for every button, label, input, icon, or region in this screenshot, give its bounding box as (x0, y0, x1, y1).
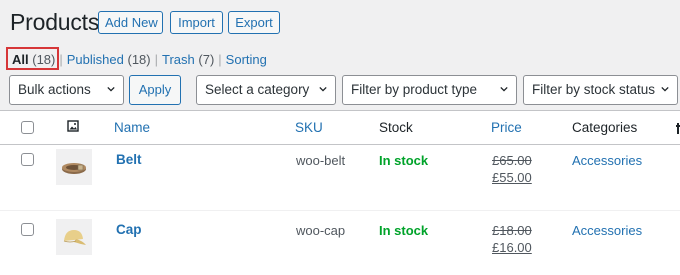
regular-price: £18.00 (492, 223, 532, 238)
category-select-label: Select a category (205, 82, 310, 97)
chevron-down-icon (319, 86, 327, 92)
column-sku[interactable]: SKU (295, 120, 323, 135)
row-checkbox[interactable] (21, 223, 34, 236)
select-all-checkbox[interactable] (21, 121, 34, 134)
chevron-down-icon (107, 86, 115, 92)
chevron-down-icon (500, 86, 508, 92)
column-price[interactable]: Price (491, 120, 522, 135)
column-tags-cutoff (676, 120, 680, 136)
category-link[interactable]: Accessories (572, 223, 642, 238)
import-button[interactable]: Import (170, 11, 223, 34)
export-button[interactable]: Export (228, 11, 280, 34)
view-trash-link[interactable]: Trash (7) (162, 52, 214, 67)
products-table: Name SKU Stock Price Categories Belt woo… (0, 110, 680, 275)
column-name[interactable]: Name (114, 120, 150, 135)
highlight-box (6, 47, 59, 70)
column-stock: Stock (379, 120, 413, 135)
regular-price: £65.00 (492, 153, 532, 168)
chevron-down-icon (661, 86, 669, 92)
view-sorting-link[interactable]: Sorting (226, 52, 267, 67)
row-divider (0, 210, 680, 211)
apply-button[interactable]: Apply (129, 75, 181, 105)
sale-price: £55.00 (492, 170, 532, 185)
bulk-actions-select[interactable]: Bulk actions (9, 75, 124, 105)
product-thumbnail[interactable] (56, 219, 92, 255)
page-title: Products (10, 9, 100, 35)
product-sku: woo-cap (296, 223, 346, 238)
header-divider (0, 144, 680, 145)
category-link[interactable]: Accessories (572, 153, 642, 168)
product-name-link[interactable]: Belt (116, 152, 142, 167)
bulk-actions-label: Bulk actions (18, 82, 91, 97)
add-new-button[interactable]: Add New (98, 11, 163, 34)
product-name-link[interactable]: Cap (116, 222, 142, 237)
stock-status: In stock (379, 153, 429, 168)
stock-status-select[interactable]: Filter by stock status (523, 75, 678, 105)
stock-status-select-label: Filter by stock status (532, 82, 656, 97)
row-checkbox[interactable] (21, 153, 34, 166)
belt-image-icon (62, 163, 86, 174)
product-thumbnail[interactable] (56, 149, 92, 185)
product-type-select-label: Filter by product type (351, 82, 478, 97)
image-icon (67, 120, 79, 132)
column-categories: Categories (572, 120, 638, 135)
product-type-select[interactable]: Filter by product type (342, 75, 517, 105)
sale-price: £16.00 (492, 240, 532, 255)
cap-image-icon (63, 230, 86, 245)
category-select[interactable]: Select a category (196, 75, 336, 105)
stock-status: In stock (379, 223, 429, 238)
product-sku: woo-belt (296, 153, 346, 168)
view-published-link[interactable]: Published (18) (67, 52, 151, 67)
